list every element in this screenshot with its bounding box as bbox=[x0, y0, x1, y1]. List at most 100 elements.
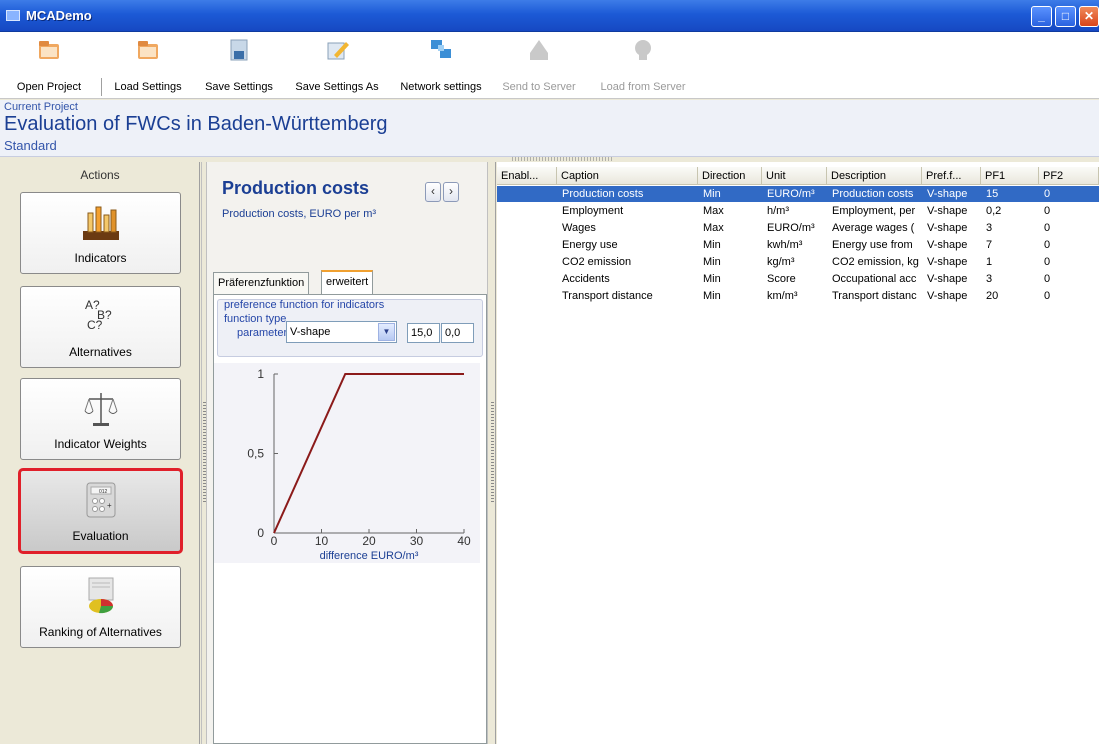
indicators-button[interactable]: Indicators bbox=[20, 192, 181, 274]
column-header[interactable]: Description bbox=[827, 167, 922, 185]
next-indicator-button[interactable]: › bbox=[443, 182, 459, 202]
y-tick-label: 0,5 bbox=[247, 447, 264, 461]
column-header[interactable]: Unit bbox=[762, 167, 827, 185]
table-cell: km/m³ bbox=[767, 290, 798, 302]
table-cell: EURO/m³ bbox=[767, 188, 815, 200]
table-cell: V-shape bbox=[927, 188, 968, 200]
table-cell: Occupational acc bbox=[832, 273, 917, 285]
table-cell: kwh/m³ bbox=[767, 239, 803, 251]
table-row[interactable]: Employment Max h/m³ Employment, per V-shape 0… bbox=[497, 203, 1099, 219]
table-cell: 20 bbox=[986, 290, 999, 302]
project-label: Current Project bbox=[4, 101, 78, 113]
table-cell: V-shape bbox=[927, 205, 968, 217]
tab-erweitert[interactable]: erweitert bbox=[321, 270, 374, 295]
table-cell: 0 bbox=[1044, 256, 1051, 268]
load-settings-button[interactable]: Load Settings bbox=[104, 32, 192, 99]
horizontal-splitter[interactable] bbox=[512, 157, 612, 161]
y-tick-label: 1 bbox=[257, 367, 264, 381]
table-cell: V-shape bbox=[927, 222, 968, 234]
action-label: Ranking of Alternatives bbox=[39, 625, 162, 639]
table-cell: Min bbox=[703, 239, 721, 251]
scales-icon bbox=[84, 393, 117, 426]
send-to-server-button[interactable]: Send to Server bbox=[496, 32, 582, 99]
x-tick-label: 10 bbox=[315, 534, 329, 548]
project-scenario: Standard bbox=[4, 138, 57, 153]
open-project-button[interactable]: Open Project bbox=[0, 32, 98, 99]
table-cell bbox=[499, 288, 557, 304]
group-title: preference function for indicators bbox=[224, 299, 385, 311]
table-cell: V-shape bbox=[927, 256, 968, 268]
column-header[interactable]: PF1 bbox=[981, 167, 1039, 185]
chevron-down-icon[interactable]: ▼ bbox=[378, 323, 395, 341]
parameter-1-input[interactable]: 15,0 bbox=[407, 323, 440, 343]
table-cell: Transport distance bbox=[562, 290, 653, 302]
toolbar: Open Project Load Settings Save Settings… bbox=[0, 32, 1099, 99]
alternatives-button[interactable]: A? B? C? Alternatives bbox=[20, 286, 181, 368]
column-header[interactable]: Pref.f... bbox=[922, 167, 981, 185]
tab-praeferenzfunktion[interactable]: Präferenzfunktion bbox=[213, 272, 310, 294]
table-row[interactable]: Transport distance Min km/m³ Transport dist… bbox=[497, 288, 1099, 304]
action-label: Alternatives bbox=[69, 345, 132, 359]
table-cell: 3 bbox=[986, 273, 993, 285]
toolbar-label: Load from Server bbox=[600, 81, 686, 93]
column-header[interactable]: Direction bbox=[698, 167, 762, 185]
load-from-server-button[interactable]: Load from Server bbox=[594, 32, 692, 99]
floppy-disk-icon bbox=[230, 39, 248, 61]
table-cell bbox=[499, 237, 557, 253]
table-row[interactable]: Wages Max EURO/m³ Average wages (V-shape 3 0 bbox=[497, 220, 1099, 236]
table-cell: Min bbox=[703, 273, 721, 285]
column-header[interactable]: PF2 bbox=[1039, 167, 1099, 185]
table-cell: Production costs bbox=[832, 188, 914, 200]
toolbar-label: Save Settings bbox=[205, 81, 273, 93]
table-cell: Accidents bbox=[562, 273, 610, 285]
title-bar: MCADemo _ □ ✕ bbox=[0, 0, 1099, 32]
toolbar-label: Save Settings As bbox=[295, 81, 379, 93]
table-cell: CO2 emission, kg bbox=[832, 256, 919, 268]
toolbar-label: Load Settings bbox=[114, 81, 182, 93]
table-cell: 15 bbox=[986, 188, 999, 200]
table-cell: Transport distanc bbox=[832, 290, 917, 302]
table-row[interactable]: CO2 emission Min kg/m³ CO2 emission, kg V-sh… bbox=[497, 254, 1099, 270]
column-header[interactable]: Caption bbox=[557, 167, 698, 185]
x-tick-label: 20 bbox=[362, 534, 376, 548]
toolbar-label: Send to Server bbox=[502, 81, 576, 93]
minimize-button[interactable]: _ bbox=[1031, 6, 1052, 27]
table-cell: Energy use bbox=[562, 239, 618, 251]
table-cell bbox=[499, 271, 557, 287]
save-settings-button[interactable]: Save Settings bbox=[194, 32, 284, 99]
column-header[interactable]: Enabl... bbox=[497, 167, 557, 185]
table-cell: Average wages ( bbox=[832, 222, 915, 234]
table-cell: Score bbox=[767, 273, 796, 285]
parameter-2-input[interactable]: 0,0 bbox=[441, 323, 474, 343]
ranking-of-alternatives-button[interactable]: Ranking of Alternatives bbox=[20, 566, 181, 648]
table-row[interactable]: Energy use Min kwh/m³ Energy use from V-shap… bbox=[497, 237, 1099, 253]
table-row[interactable]: Accidents Min Score Occupational acc V-shape… bbox=[497, 271, 1099, 287]
indicator-weights-button[interactable]: Indicator Weights bbox=[20, 378, 181, 460]
function-type-value: V-shape bbox=[290, 326, 331, 338]
right-splitter[interactable] bbox=[487, 162, 496, 744]
table-cell: Employment bbox=[562, 205, 624, 217]
table-cell: Min bbox=[703, 290, 721, 302]
table-cell: CO2 emission bbox=[562, 256, 632, 268]
pie-chart-doc-icon bbox=[88, 577, 113, 614]
preference-function-chart: 0 10 20 30 40 0 0,5 1 difference EURO/m³ bbox=[214, 363, 480, 563]
save-settings-as-button[interactable]: Save Settings As bbox=[285, 32, 389, 99]
table-cell: 0 bbox=[1044, 205, 1051, 217]
table-cell: kg/m³ bbox=[767, 256, 795, 268]
table-cell: Min bbox=[703, 188, 721, 200]
function-type-select[interactable]: V-shape ▼ bbox=[286, 321, 397, 343]
table-cell: V-shape bbox=[927, 290, 968, 302]
evaluation-button[interactable]: 012 + Evaluation bbox=[18, 468, 183, 554]
network-settings-button[interactable]: Network settings bbox=[390, 32, 492, 99]
table-cell: 0 bbox=[1044, 188, 1051, 200]
table-row[interactable]: Production costs Min EURO/m³ Production cos… bbox=[497, 186, 1099, 202]
table-cell: Wages bbox=[562, 222, 596, 234]
action-label: Indicators bbox=[74, 251, 127, 265]
network-computers-icon bbox=[431, 40, 451, 58]
previous-indicator-button[interactable]: ‹ bbox=[425, 182, 441, 202]
server-download-icon bbox=[635, 40, 651, 60]
question-letters-icon: A? B? C? bbox=[85, 298, 112, 332]
close-button[interactable]: ✕ bbox=[1079, 6, 1099, 27]
maximize-button[interactable]: □ bbox=[1055, 6, 1076, 27]
project-header: Current Project Evaluation of FWCs in Ba… bbox=[0, 100, 1099, 157]
